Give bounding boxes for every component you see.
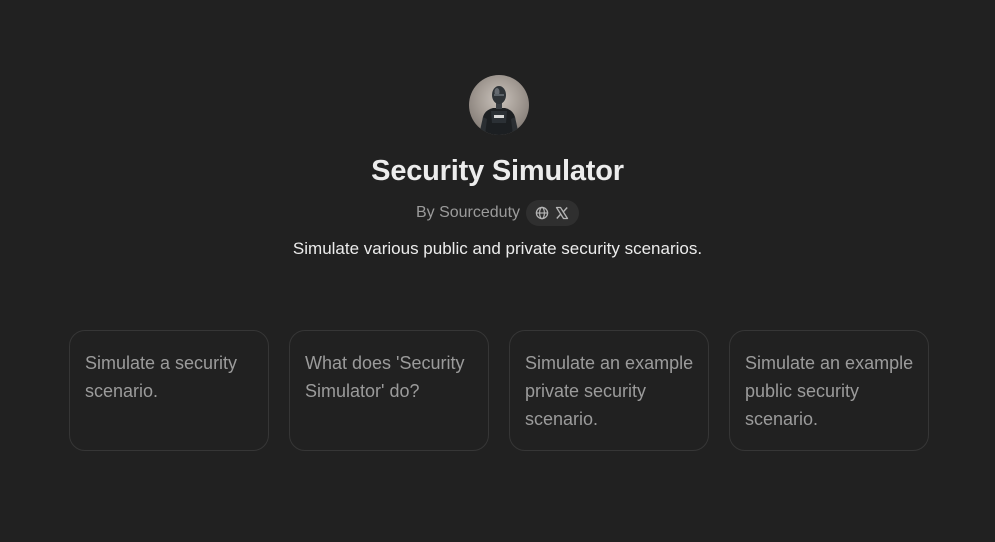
author-name: By Sourceduty [415, 204, 521, 221]
robot-police-avatar-icon [479, 86, 519, 135]
starter-text: Simulate an example public security scen… [745, 353, 914, 429]
social-links [526, 200, 580, 226]
starter-card[interactable]: Simulate a security scenario. [69, 330, 269, 451]
conversation-starters: Simulate a security scenario. What does … [69, 330, 929, 451]
author-byline: By Sourceduty [0, 200, 995, 226]
starter-card[interactable]: Simulate an example public security scen… [729, 330, 929, 451]
starter-text: Simulate an example private security sce… [525, 353, 694, 429]
starter-text: Simulate a security scenario. [85, 353, 238, 401]
gpt-home: Security Simulator By Sourceduty Simulat… [0, 0, 995, 542]
starter-card[interactable]: What does 'Security Simulator' do? [289, 330, 489, 451]
starter-card[interactable]: Simulate an example private security sce… [509, 330, 709, 451]
gpt-avatar [469, 75, 529, 135]
x-logo-icon[interactable] [555, 206, 569, 220]
globe-icon[interactable] [535, 206, 549, 220]
starter-text: What does 'Security Simulator' do? [305, 353, 465, 401]
gpt-description: Simulate various public and private secu… [292, 239, 703, 258]
gpt-title: Security Simulator [371, 155, 624, 187]
